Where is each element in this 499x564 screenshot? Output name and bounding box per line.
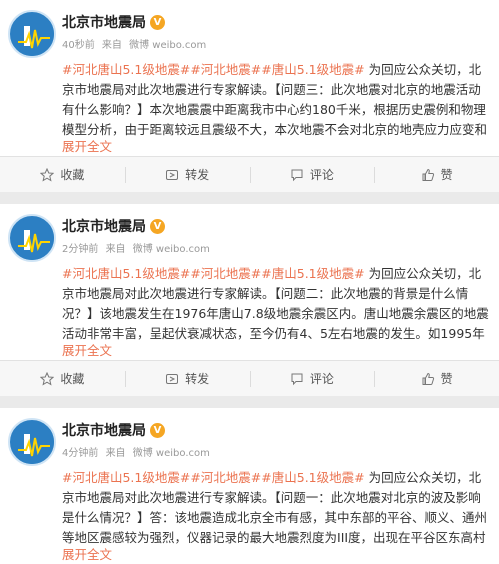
account-name-text[interactable]: 北京市地震局 (62, 216, 146, 236)
post-action-bar: 收藏 转发 评论 赞 (0, 360, 499, 396)
favorite-button[interactable]: 收藏 (0, 157, 125, 192)
verified-badge-icon: V (150, 14, 165, 30)
hashtag[interactable]: #河北地震# (190, 62, 261, 77)
post-time[interactable]: 40秒前 (62, 40, 95, 51)
post-meta: 2分钟前 来自 微博 weibo.com (62, 240, 210, 255)
weibo-post: 北京市地震局 V 4分钟前 来自 微博 weibo.com #河北唐山5.1级地… (0, 408, 499, 564)
source-prefix: 来自 (105, 244, 126, 255)
account-name[interactable]: 北京市地震局 V (62, 12, 165, 32)
comment-icon (291, 169, 303, 181)
seismograph-logo-icon (12, 218, 54, 260)
weibo-post: 北京市地震局 V 2分钟前 来自 微博 weibo.com #河北唐山5.1级地… (0, 204, 499, 360)
hashtag[interactable]: #河北唐山5.1级地震# (62, 470, 190, 485)
account-name[interactable]: 北京市地震局 V (62, 216, 165, 236)
hashtag[interactable]: #河北地震# (190, 266, 261, 281)
star-icon (40, 371, 55, 386)
like-label: 赞 (440, 372, 453, 386)
comment-button[interactable]: 评论 (249, 157, 375, 192)
post-text: #河北唐山5.1级地震##河北地震##唐山5.1级地震# 为回应公众关切，北京市… (62, 264, 493, 344)
post-source[interactable]: 微博 weibo.com (129, 40, 206, 51)
post-meta: 40秒前 来自 微博 weibo.com (62, 36, 206, 51)
repost-label: 转发 (185, 372, 210, 386)
post-meta: 4分钟前 来自 微博 weibo.com (62, 444, 210, 459)
avatar[interactable] (8, 418, 56, 466)
favorite-button[interactable]: 收藏 (0, 361, 125, 396)
post-text: #河北唐山5.1级地震##河北地震##唐山5.1级地震# 为回应公众关切，北京市… (62, 60, 493, 140)
expand-full-text-link[interactable]: 展开全文 (62, 544, 112, 563)
post-source[interactable]: 微博 weibo.com (133, 244, 210, 255)
comment-label: 评论 (309, 168, 334, 182)
hashtag[interactable]: #唐山5.1级地震# (261, 266, 364, 281)
hashtag[interactable]: #唐山5.1级地震# (261, 62, 364, 77)
repost-label: 转发 (185, 168, 210, 182)
weibo-post: 北京市地震局 V 40秒前 来自 微博 weibo.com #河北唐山5.1级地… (0, 0, 499, 156)
post-time[interactable]: 4分钟前 (62, 448, 98, 459)
source-prefix: 来自 (105, 448, 126, 459)
comment-icon (291, 373, 303, 385)
favorite-label: 收藏 (60, 168, 85, 182)
repost-icon (166, 373, 179, 384)
account-name-text[interactable]: 北京市地震局 (62, 420, 146, 440)
post-action-bar: 收藏 转发 评论 赞 (0, 156, 499, 192)
hashtag[interactable]: #河北唐山5.1级地震# (62, 62, 190, 77)
avatar[interactable] (8, 214, 56, 262)
like-button[interactable]: 赞 (374, 361, 499, 396)
hashtag[interactable]: #河北地震# (190, 470, 261, 485)
seismograph-logo-icon (12, 14, 54, 56)
post-separator (0, 192, 499, 204)
like-label: 赞 (440, 168, 453, 182)
expand-full-text-link[interactable]: 展开全文 (62, 136, 112, 155)
expand-full-text-link[interactable]: 展开全文 (62, 340, 112, 359)
comment-label: 评论 (309, 372, 334, 386)
avatar[interactable] (8, 10, 56, 58)
post-text: #河北唐山5.1级地震##河北地震##唐山5.1级地震# 为回应公众关切，北京市… (62, 468, 493, 548)
account-name-text[interactable]: 北京市地震局 (62, 12, 146, 32)
seismograph-logo-icon (12, 422, 54, 464)
star-icon (40, 167, 55, 182)
repost-button[interactable]: 转发 (124, 361, 250, 396)
thumbs-up-icon (422, 168, 434, 181)
verified-badge-icon: V (150, 422, 165, 438)
source-prefix: 来自 (101, 40, 122, 51)
post-source[interactable]: 微博 weibo.com (133, 448, 210, 459)
repost-icon (166, 169, 179, 180)
like-button[interactable]: 赞 (374, 157, 499, 192)
thumbs-up-icon (422, 372, 434, 385)
comment-button[interactable]: 评论 (249, 361, 375, 396)
verified-badge-icon: V (150, 218, 165, 234)
hashtag[interactable]: #唐山5.1级地震# (261, 470, 364, 485)
repost-button[interactable]: 转发 (124, 157, 250, 192)
hashtag[interactable]: #河北唐山5.1级地震# (62, 266, 190, 281)
post-time[interactable]: 2分钟前 (62, 244, 98, 255)
post-separator (0, 396, 499, 408)
account-name[interactable]: 北京市地震局 V (62, 420, 165, 440)
favorite-label: 收藏 (60, 372, 85, 386)
